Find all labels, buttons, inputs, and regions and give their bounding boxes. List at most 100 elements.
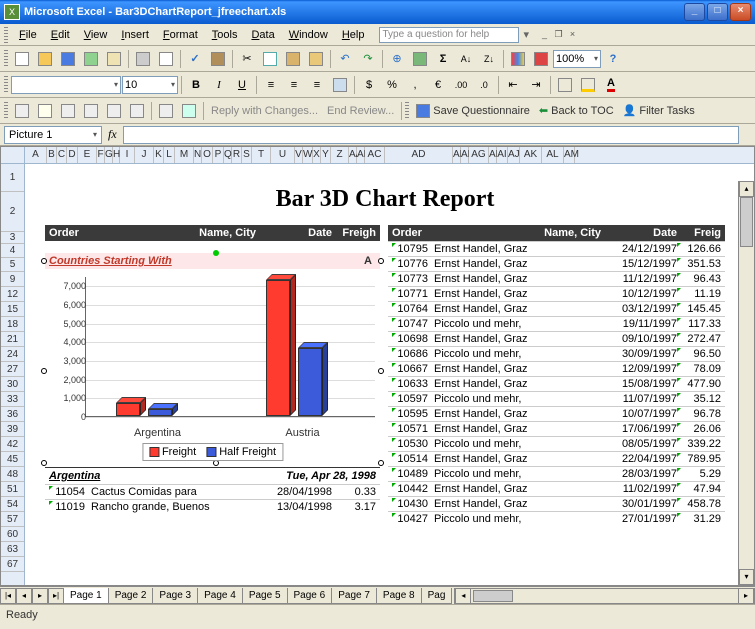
- ink-button[interactable]: [126, 100, 148, 122]
- col-header-F[interactable]: F: [97, 147, 105, 163]
- selection-handle[interactable]: [41, 368, 47, 374]
- minimize-button[interactable]: _: [684, 3, 705, 21]
- selection-handle[interactable]: [41, 460, 47, 466]
- menu-file[interactable]: File: [12, 27, 44, 43]
- row-header-3[interactable]: 3: [1, 232, 24, 244]
- prev-comment-button[interactable]: [57, 100, 79, 122]
- col-header-L[interactable]: L: [164, 147, 175, 163]
- scroll-thumb[interactable]: [740, 197, 753, 247]
- permission-button[interactable]: [80, 48, 102, 70]
- col-header-O[interactable]: O: [202, 147, 213, 163]
- doc-minimize-button[interactable]: _: [537, 28, 551, 42]
- paste-button[interactable]: [282, 48, 304, 70]
- menu-format[interactable]: Format: [156, 27, 205, 43]
- col-header-R[interactable]: R: [232, 147, 242, 163]
- sheet-tab[interactable]: Page 1: [63, 588, 109, 604]
- scroll-left-button[interactable]: ◂: [455, 588, 471, 604]
- maximize-button[interactable]: □: [707, 3, 728, 21]
- font-size-combo[interactable]: 10▾: [122, 76, 178, 94]
- underline-button[interactable]: U: [231, 74, 253, 96]
- row-header-33[interactable]: 33: [1, 392, 24, 407]
- tab-nav-last[interactable]: ▸|: [48, 588, 64, 604]
- doc-restore-button[interactable]: ❐: [551, 28, 565, 42]
- show-comments-button[interactable]: [103, 100, 125, 122]
- toolbar-grip[interactable]: [4, 102, 8, 120]
- row-header-60[interactable]: 60: [1, 527, 24, 542]
- col-header-X[interactable]: X: [313, 147, 321, 163]
- col-header-AF[interactable]: AF: [461, 147, 469, 163]
- format-painter-button[interactable]: [305, 48, 327, 70]
- col-header-D[interactable]: D: [67, 147, 78, 163]
- rotation-handle-icon[interactable]: [213, 250, 219, 256]
- col-header-AJ[interactable]: AJ: [508, 147, 520, 163]
- col-header-B[interactable]: B: [47, 147, 57, 163]
- col-header-Q[interactable]: Q: [224, 147, 232, 163]
- menu-help[interactable]: Help: [335, 27, 372, 43]
- row-header-1[interactable]: 1: [1, 164, 24, 192]
- autosum-button[interactable]: Σ: [432, 48, 454, 70]
- toolbar-grip[interactable]: [4, 27, 8, 43]
- selection-handle[interactable]: [378, 258, 384, 264]
- toolbar-grip[interactable]: [4, 50, 8, 68]
- menu-insert[interactable]: Insert: [114, 27, 156, 43]
- col-header-AK[interactable]: AK: [520, 147, 542, 163]
- help-dropdown-icon[interactable]: ▾: [523, 28, 533, 41]
- col-header-H[interactable]: H: [113, 147, 120, 163]
- zoom-combo[interactable]: 100%▾: [553, 50, 601, 68]
- name-box[interactable]: Picture 1▾: [4, 126, 102, 144]
- row-header-30[interactable]: 30: [1, 377, 24, 392]
- row-header-36[interactable]: 36: [1, 407, 24, 422]
- row-header-42[interactable]: 42: [1, 437, 24, 452]
- chart-wizard-button[interactable]: [507, 48, 529, 70]
- col-header-I[interactable]: I: [120, 147, 135, 163]
- col-header-N[interactable]: N: [194, 147, 202, 163]
- row-header-51[interactable]: 51: [1, 482, 24, 497]
- col-header-K[interactable]: K: [154, 147, 164, 163]
- euro-button[interactable]: €: [427, 74, 449, 96]
- bar-3d-chart[interactable]: Argentina Austria Freight Half Freight 0…: [45, 273, 380, 463]
- col-header-AM[interactable]: AM: [564, 147, 575, 163]
- research-button[interactable]: [207, 48, 229, 70]
- picture-button[interactable]: [409, 48, 431, 70]
- hyperlink-button[interactable]: ⊕: [386, 48, 408, 70]
- row-header-27[interactable]: 27: [1, 362, 24, 377]
- comma-button[interactable]: ,: [404, 74, 426, 96]
- col-header-Y[interactable]: Y: [321, 147, 331, 163]
- doc-close-button[interactable]: ×: [565, 28, 579, 42]
- menu-window[interactable]: Window: [282, 27, 335, 43]
- menu-tools[interactable]: Tools: [205, 27, 245, 43]
- toolbar-grip[interactable]: [405, 102, 409, 120]
- row-header-67[interactable]: 67: [1, 557, 24, 572]
- sort-desc-button[interactable]: Z↓: [478, 48, 500, 70]
- sheet-tab[interactable]: Page 7: [331, 588, 377, 604]
- print-button[interactable]: [132, 48, 154, 70]
- new-comment-button[interactable]: [34, 100, 56, 122]
- borders-button[interactable]: [554, 74, 576, 96]
- vertical-scrollbar[interactable]: ▴ ▾: [738, 181, 754, 585]
- row-header-48[interactable]: 48: [1, 467, 24, 482]
- col-header-AE[interactable]: AE: [453, 147, 461, 163]
- menu-data[interactable]: Data: [244, 27, 281, 43]
- align-center-button[interactable]: ≡: [283, 74, 305, 96]
- italic-button[interactable]: I: [208, 74, 230, 96]
- back-to-toc-button[interactable]: ⬅Back to TOC: [535, 102, 618, 119]
- col-header-AA[interactable]: AA: [349, 147, 357, 163]
- col-header-E[interactable]: E: [78, 147, 97, 163]
- font-name-combo[interactable]: ▾: [11, 76, 121, 94]
- share-workbook-button[interactable]: [178, 100, 200, 122]
- row-header-12[interactable]: 12: [1, 287, 24, 302]
- currency-button[interactable]: $: [358, 74, 380, 96]
- row-header-57[interactable]: 57: [1, 512, 24, 527]
- col-header-AH[interactable]: AH: [489, 147, 497, 163]
- horizontal-scrollbar[interactable]: ◂ ▸: [454, 588, 755, 604]
- increase-indent-button[interactable]: ⇥: [525, 74, 547, 96]
- filter-tasks-button[interactable]: 👤Filter Tasks: [619, 102, 699, 119]
- sheet-tab[interactable]: Page 3: [152, 588, 198, 604]
- col-header-C[interactable]: C: [57, 147, 67, 163]
- col-header-M[interactable]: M: [175, 147, 194, 163]
- bold-button[interactable]: B: [185, 74, 207, 96]
- row-header-54[interactable]: 54: [1, 497, 24, 512]
- drawing-button[interactable]: [530, 48, 552, 70]
- row-header-4[interactable]: 4: [1, 244, 24, 258]
- align-right-button[interactable]: ≡: [306, 74, 328, 96]
